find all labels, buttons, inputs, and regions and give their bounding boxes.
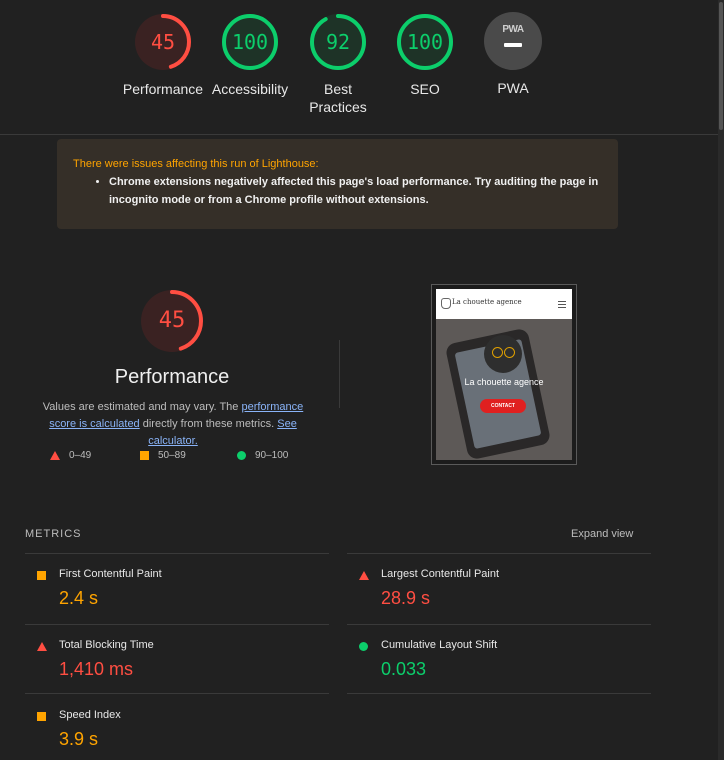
- legend-range: 50–89: [158, 450, 186, 461]
- metric-value: 0.033: [381, 659, 427, 679]
- gauge-label: PWA: [497, 80, 529, 96]
- pwa-badge-text: PWA: [502, 24, 524, 35]
- site-hero: La chouette agence CONTACT: [436, 319, 572, 460]
- metric-name: Total Blocking Time: [59, 639, 154, 651]
- site-brand: La chouette agence: [452, 298, 522, 306]
- gauge-ring: 100: [395, 12, 455, 72]
- pwa-dash-icon: [504, 43, 522, 47]
- legend-pass: 90–100: [237, 450, 288, 461]
- gauge-performance[interactable]: 45 Performance: [113, 12, 213, 98]
- metric-divider: [347, 693, 651, 694]
- gauge-ring: 100: [220, 12, 280, 72]
- gauge-seo[interactable]: 100 SEO: [375, 12, 475, 98]
- owl-logo-icon: [484, 335, 522, 373]
- gauge-label: Best Practices: [309, 81, 367, 115]
- gauge-accessibility[interactable]: 100 Accessibility: [200, 12, 300, 98]
- triangle-fail-icon: [50, 450, 60, 460]
- warning-item: Chrome extensions negatively affected th…: [109, 173, 609, 209]
- hero-title: La chouette agence: [464, 377, 544, 387]
- desc-prefix: Values are estimated and may vary. The: [42, 401, 242, 413]
- triangle-fail-icon: [37, 642, 47, 651]
- metric-value: 28.9 s: [381, 588, 431, 608]
- warning-title: There were issues affecting this run of …: [73, 158, 319, 170]
- metric-divider: [347, 553, 651, 554]
- metric-name: Cumulative Layout Shift: [381, 639, 498, 651]
- performance-title: Performance: [114, 366, 230, 388]
- square-average-icon: [140, 450, 149, 460]
- legend-range: 0–49: [69, 450, 92, 461]
- contact-button: CONTACT: [480, 399, 526, 413]
- legend-average: 50–89: [140, 450, 186, 461]
- gauge-score: 100: [231, 30, 269, 54]
- circle-pass-icon: [237, 450, 246, 460]
- performance-score: 45: [158, 308, 186, 333]
- metric-value: 3.9 s: [59, 729, 99, 749]
- gauge-score: 100: [406, 30, 444, 54]
- gauge-best-practices[interactable]: 92 Best Practices: [288, 12, 388, 116]
- square-average-icon: [37, 712, 46, 721]
- metric-divider: [25, 624, 329, 625]
- gauge-score: 92: [325, 30, 351, 54]
- scrollbar-thumb[interactable]: [719, 2, 723, 130]
- metric-value: 1,410 ms: [59, 659, 134, 679]
- hamburger-menu-icon: [558, 301, 566, 310]
- owl-logo-icon: [441, 298, 451, 309]
- final-screenshot[interactable]: La chouette agence La chouette agence CO…: [431, 284, 577, 465]
- metric-divider: [347, 624, 651, 625]
- gauge-label: Performance: [122, 81, 204, 97]
- metric-divider: [25, 693, 329, 694]
- gauge-ring: 92: [308, 12, 368, 72]
- gauge-pwa[interactable]: PWA PWA: [463, 12, 563, 97]
- circle-pass-icon: [359, 642, 368, 651]
- performance-description: Values are estimated and may vary. The p…: [28, 399, 318, 450]
- metric-name: Largest Contentful Paint: [381, 568, 500, 580]
- pwa-icon: PWA: [484, 12, 542, 70]
- expand-view-button[interactable]: Expand view: [571, 528, 633, 540]
- legend-range: 90–100: [255, 450, 289, 461]
- warning-list: Chrome extensions negatively affected th…: [73, 173, 609, 209]
- category-gauges: 45 Performance 100 Accessibility 92 Best…: [0, 0, 718, 135]
- gauge-ring: 45: [133, 12, 193, 72]
- metric-name: Speed Index: [59, 709, 121, 721]
- metric-value: 2.4 s: [59, 588, 99, 608]
- square-average-icon: [37, 571, 46, 580]
- legend-fail: 0–49: [50, 450, 91, 461]
- metric-name: First Contentful Paint: [59, 568, 162, 580]
- gauge-label: SEO: [410, 81, 440, 97]
- metric-divider: [25, 553, 329, 554]
- gauge-score: 45: [150, 30, 176, 54]
- warning-box: There were issues affecting this run of …: [57, 139, 618, 229]
- screenshot-content: La chouette agence La chouette agence CO…: [436, 289, 572, 460]
- site-navbar: La chouette agence: [436, 289, 572, 319]
- gauge-label: Accessibility: [211, 81, 289, 97]
- section-divider: [339, 340, 340, 408]
- metrics-header: METRICS: [25, 528, 82, 540]
- triangle-fail-icon: [359, 571, 369, 580]
- scrollbar[interactable]: [718, 0, 724, 760]
- performance-gauge: 45: [139, 288, 205, 354]
- desc-middle: directly from these metrics.: [139, 418, 278, 430]
